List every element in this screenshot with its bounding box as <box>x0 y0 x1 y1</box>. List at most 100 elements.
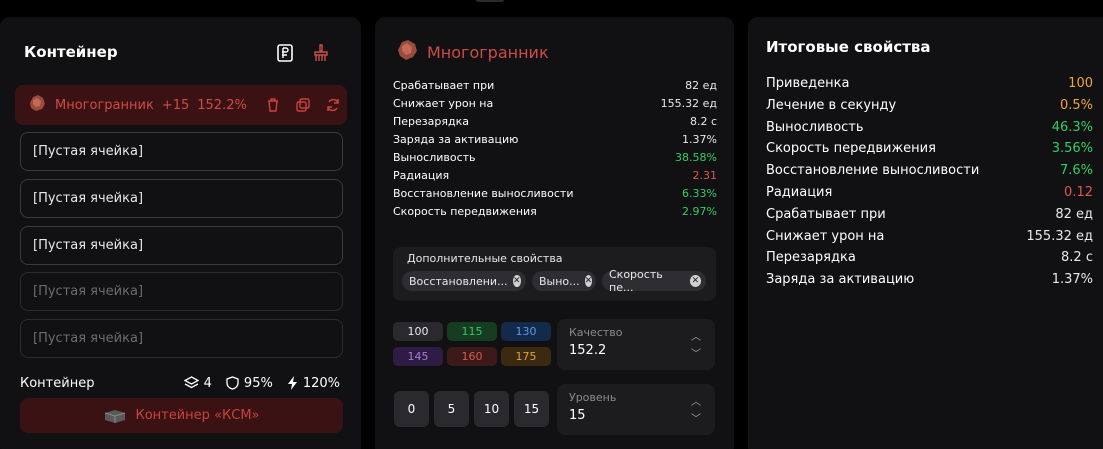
property-row: Радиация 2.31 <box>393 167 717 185</box>
artifact-properties: Срабатывает при 82 ед Снижает урон на 155.3… <box>393 77 717 221</box>
selected-artifact-name: Многогранник <box>55 97 154 113</box>
refresh-icon[interactable] <box>325 97 341 113</box>
slot-label: [Пустая ячейка] <box>33 331 144 346</box>
property-value: 38.58% <box>675 151 717 164</box>
quality-preset-115[interactable]: 115 <box>447 322 497 341</box>
property-name: Заряда за активацию <box>393 133 519 146</box>
extra-chip-2[interactable]: Выно... ✕ <box>532 271 596 291</box>
property-row: Заряда за активацию 1.37% <box>393 131 717 149</box>
total-property-row: Снижает урон на 155.32 ед <box>766 226 1093 248</box>
container-icon <box>105 409 126 423</box>
total-property-row: Срабатывает при 82 ед <box>766 204 1093 226</box>
empty-slot-3[interactable]: [Пустая ячейка] <box>20 226 343 265</box>
property-name: Перезарядка <box>393 115 469 128</box>
remove-chip-icon[interactable]: ✕ <box>512 275 521 287</box>
level-button-15[interactable]: 15 <box>514 391 549 427</box>
chevron-down-icon[interactable]: ﹀ <box>691 345 701 360</box>
quality-preset-175[interactable]: 175 <box>501 347 551 366</box>
property-value: 1.37% <box>682 133 717 146</box>
empty-slot-5[interactable]: [Пустая ячейка] <box>20 319 343 358</box>
level-button-label: 15 <box>523 402 540 416</box>
total-property-name: Радиация <box>766 184 833 200</box>
container-stats: Контейнер 4 95% 120% <box>20 373 340 393</box>
artifact-panel: Многогранник Срабатывает при 82 ед Снижает… <box>375 17 734 449</box>
property-value: 2.31 <box>692 169 718 182</box>
broom-icon[interactable] <box>312 44 330 62</box>
quality-input[interactable]: Качество 152.2 ︿ ﹀ <box>557 319 715 370</box>
chevron-down-icon[interactable]: ﹀ <box>691 410 701 425</box>
quality-preset-145[interactable]: 145 <box>393 347 443 366</box>
level-button-0[interactable]: 0 <box>394 391 429 427</box>
total-property-name: Восстановление выносливости <box>766 163 980 179</box>
copy-icon[interactable] <box>295 97 311 113</box>
property-value: 2.97% <box>682 205 717 218</box>
artifact-name: Многогранник <box>427 42 549 62</box>
total-properties-title: Итоговые свойства <box>766 38 931 56</box>
protection-stat: 95% <box>226 376 273 391</box>
slot-label: [Пустая ячейка] <box>33 284 144 299</box>
lightning-icon <box>287 376 297 390</box>
remove-chip-icon[interactable]: ✕ <box>689 275 701 287</box>
total-property-name: Срабатывает при <box>766 206 886 222</box>
property-name: Восстановление выносливости <box>393 187 574 200</box>
level-button-label: 0 <box>407 402 416 416</box>
artifact-icon <box>395 39 419 65</box>
total-property-name: Лечение в секунду <box>766 97 897 113</box>
quality-preset-130[interactable]: 130 <box>501 322 551 341</box>
total-property-name: Перезарядка <box>766 250 856 266</box>
total-property-row: Радиация 0.12 <box>766 182 1093 204</box>
property-row: Скорость передвижения 2.97% <box>393 203 717 221</box>
container-panel: Контейнер Многогранник +15 152.2% [Пуста… <box>0 17 361 449</box>
chevron-up-icon[interactable]: ︿ <box>691 328 701 343</box>
ruble-doc-icon[interactable] <box>276 44 294 62</box>
extra-properties-title: Дополнительные свойства <box>407 252 563 265</box>
chevron-up-icon[interactable]: ︿ <box>691 393 701 408</box>
total-property-row: Восстановление выносливости 7.6% <box>766 160 1093 182</box>
slots-stat: 4 <box>183 375 212 391</box>
property-name: Радиация <box>393 169 450 182</box>
total-properties-panel: Итоговые свойства Приведенка 100 Лечение в… <box>748 17 1103 449</box>
container-ksm-button[interactable]: Контейнер «КСМ» <box>20 398 343 433</box>
empty-slot-2[interactable]: [Пустая ячейка] <box>20 179 343 218</box>
total-property-name: Скорость передвижения <box>766 141 936 157</box>
level-input[interactable]: Уровень 15 ︿ ﹀ <box>557 384 715 435</box>
level-button-10[interactable]: 10 <box>474 391 509 427</box>
protection-value: 95% <box>243 375 273 391</box>
slot-label: [Пустая ячейка] <box>33 144 144 159</box>
slot-label: [Пустая ячейка] <box>33 191 144 206</box>
quality-preset-100[interactable]: 100 <box>393 322 443 341</box>
total-property-row: Заряда за активацию 1.37% <box>766 269 1093 291</box>
extra-chip-1[interactable]: Восстановлени... ✕ <box>402 271 526 291</box>
property-row: Восстановление выносливости 6.33% <box>393 185 717 203</box>
chip-label: Восстановлени... <box>409 274 508 288</box>
energy-value: 120% <box>302 375 340 391</box>
quality-preset-160[interactable]: 160 <box>447 347 497 366</box>
trash-icon[interactable] <box>265 97 281 113</box>
property-value: 155.32 ед <box>660 97 717 110</box>
level-button-5[interactable]: 5 <box>434 391 469 427</box>
total-property-value: 3.56% <box>1051 141 1093 157</box>
empty-slot-4[interactable]: [Пустая ячейка] <box>20 272 343 311</box>
artifact-header: Многогранник <box>395 39 549 65</box>
total-property-row: Лечение в секунду 0.5% <box>766 95 1093 117</box>
slots-count: 4 <box>203 375 212 391</box>
remove-chip-icon[interactable]: ✕ <box>584 275 593 287</box>
total-property-value: 155.32 ед <box>1026 228 1093 244</box>
artifact-icon <box>27 94 47 116</box>
property-row: Снижает урон на 155.32 ед <box>393 95 717 113</box>
quality-value: 152.2 <box>569 343 607 358</box>
empty-slot-1[interactable]: [Пустая ячейка] <box>20 132 343 171</box>
total-property-row: Перезарядка 8.2 с <box>766 247 1093 269</box>
property-value: 82 ед <box>685 79 717 92</box>
container-label: Контейнер <box>20 375 95 391</box>
level-value: 15 <box>569 408 586 423</box>
total-property-row: Приведенка 100 <box>766 73 1093 95</box>
top-drag-handle[interactable] <box>475 0 505 2</box>
property-row: Срабатывает при 82 ед <box>393 77 717 95</box>
property-name: Выносливость <box>393 151 476 164</box>
extra-chip-3[interactable]: Скорость пе... ✕ <box>602 268 706 294</box>
selected-artifact-slot[interactable]: Многогранник +15 152.2% <box>15 85 347 125</box>
total-property-value: 1.37% <box>1051 272 1093 288</box>
total-property-value: 7.6% <box>1059 163 1093 179</box>
total-property-value: 46.3% <box>1051 119 1093 135</box>
